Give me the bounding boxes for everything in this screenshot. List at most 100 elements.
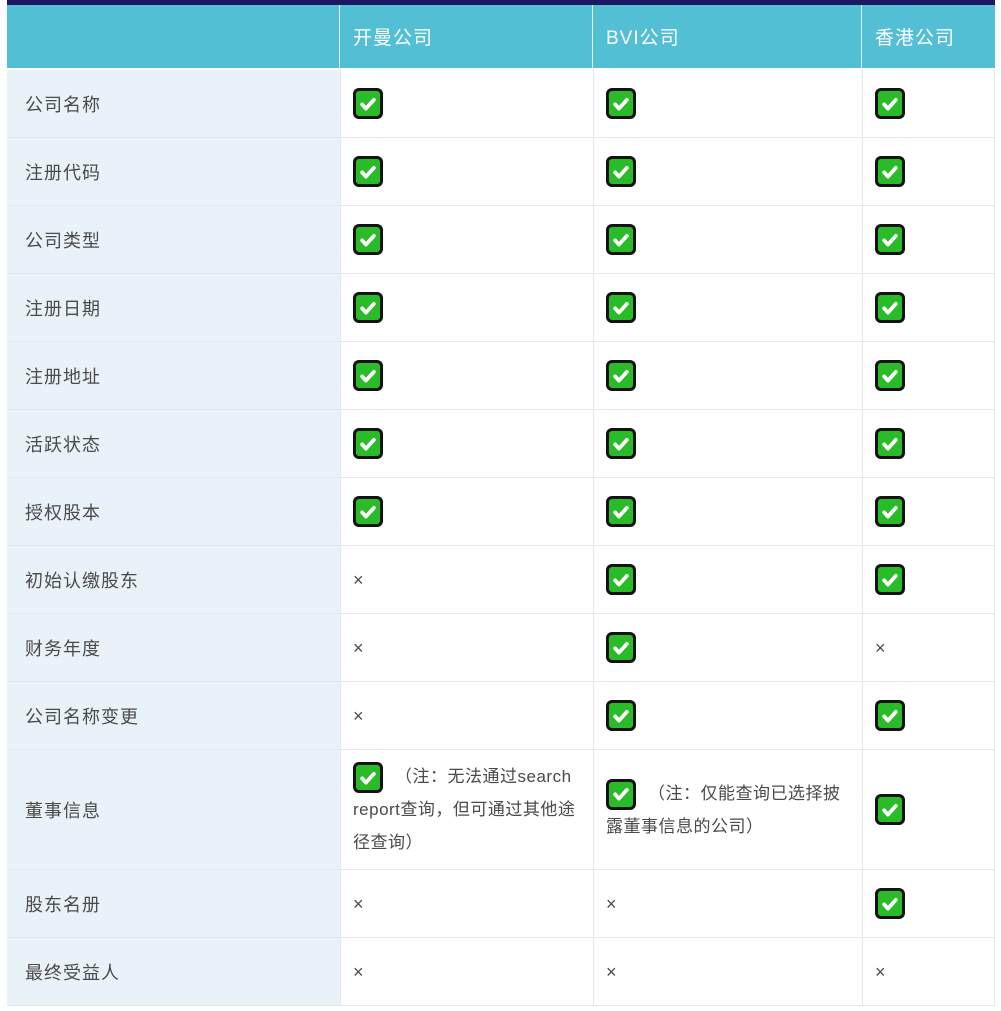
- data-cell: ×: [340, 546, 593, 613]
- data-cell: ×: [862, 614, 995, 681]
- check-icon: [606, 360, 636, 391]
- table-row: 最终受益人 × × ×: [7, 938, 995, 1006]
- data-cell: [340, 410, 593, 477]
- table-row: 注册地址: [7, 342, 995, 410]
- check-icon: [875, 496, 905, 527]
- cell-note: （注：仅能查询已选择披露董事信息的公司）: [606, 784, 841, 836]
- data-cell: [593, 274, 862, 341]
- header-cell-blank: [7, 5, 340, 68]
- cross-icon: ×: [875, 963, 886, 981]
- check-icon: [606, 428, 636, 459]
- row-label: 初始认缴股东: [7, 546, 340, 613]
- data-cell: [862, 478, 995, 545]
- row-label: 最终受益人: [7, 938, 340, 1005]
- data-cell: ×: [862, 938, 995, 1005]
- company-comparison-table: 开曼公司 BVI公司 香港公司 公司名称注册代码公司类型注册日期注册地址活跃状态…: [7, 0, 995, 1006]
- table-row: 公司名称变更 ×: [7, 682, 995, 750]
- check-icon: [606, 700, 636, 731]
- data-cell: [340, 70, 593, 137]
- check-icon: [353, 428, 383, 459]
- cross-icon: ×: [353, 895, 364, 913]
- data-cell: ×: [593, 938, 862, 1005]
- header-cell-hongkong: 香港公司: [862, 5, 995, 68]
- cross-icon: ×: [875, 639, 886, 657]
- table-row: 董事信息（注：无法通过search report查询，但可通过其他途径查询）（注…: [7, 750, 995, 870]
- check-icon: [875, 888, 905, 919]
- check-icon: [353, 496, 383, 527]
- check-icon: [606, 224, 636, 255]
- data-cell: [340, 206, 593, 273]
- row-label: 注册代码: [7, 138, 340, 205]
- data-cell: [862, 410, 995, 477]
- check-icon: [606, 564, 636, 595]
- data-cell: [862, 342, 995, 409]
- data-cell: [593, 70, 862, 137]
- table-row: 初始认缴股东 ×: [7, 546, 995, 614]
- data-cell: [593, 410, 862, 477]
- check-icon: [606, 88, 636, 119]
- row-label: 注册日期: [7, 274, 340, 341]
- table-row: 活跃状态: [7, 410, 995, 478]
- check-icon: [606, 779, 636, 810]
- cell-note: （注：无法通过search report查询，但可通过其他途径查询）: [353, 767, 575, 852]
- table-row: 公司名称: [7, 70, 995, 138]
- data-cell: [862, 870, 995, 937]
- check-icon: [875, 564, 905, 595]
- row-label: 公司名称: [7, 70, 340, 137]
- data-cell: ×: [340, 614, 593, 681]
- data-cell: [862, 206, 995, 273]
- data-cell: [593, 206, 862, 273]
- check-icon: [875, 224, 905, 255]
- note-wrap: （注：无法通过search report查询，但可通过其他途径查询）: [353, 760, 581, 859]
- check-icon: [875, 428, 905, 459]
- check-icon: [353, 762, 383, 793]
- check-icon: [353, 224, 383, 255]
- table-body: 公司名称注册代码公司类型注册日期注册地址活跃状态授权股本初始认缴股东 × 财务年度 ×…: [7, 70, 995, 1006]
- row-label: 公司类型: [7, 206, 340, 273]
- data-cell: [340, 478, 593, 545]
- check-icon: [606, 496, 636, 527]
- cross-icon: ×: [353, 707, 364, 725]
- data-cell-with-note: （注：仅能查询已选择披露董事信息的公司）: [593, 750, 862, 869]
- data-cell: [862, 138, 995, 205]
- check-icon: [606, 292, 636, 323]
- data-cell: ×: [340, 682, 593, 749]
- data-cell: [862, 274, 995, 341]
- cross-icon: ×: [353, 571, 364, 589]
- check-icon: [875, 292, 905, 323]
- row-label: 授权股本: [7, 478, 340, 545]
- data-cell: [593, 614, 862, 681]
- header-cell-cayman: 开曼公司: [340, 5, 593, 68]
- check-icon: [353, 292, 383, 323]
- row-label: 股东名册: [7, 870, 340, 937]
- note-wrap: （注：仅能查询已选择披露董事信息的公司）: [606, 777, 850, 843]
- row-label: 活跃状态: [7, 410, 340, 477]
- table-row: 股东名册××: [7, 870, 995, 938]
- data-cell: [593, 478, 862, 545]
- data-cell: ×: [340, 870, 593, 937]
- data-cell: [593, 342, 862, 409]
- check-icon: [875, 156, 905, 187]
- data-cell: [340, 342, 593, 409]
- cross-icon: ×: [353, 639, 364, 657]
- check-icon: [353, 88, 383, 119]
- check-icon: [606, 632, 636, 663]
- row-label: 财务年度: [7, 614, 340, 681]
- data-cell: [862, 750, 995, 869]
- table-row: 财务年度 × ×: [7, 614, 995, 682]
- check-icon: [875, 700, 905, 731]
- check-icon: [353, 360, 383, 391]
- data-cell: ×: [340, 938, 593, 1005]
- check-icon: [875, 88, 905, 119]
- data-cell: [593, 682, 862, 749]
- cross-icon: ×: [353, 963, 364, 981]
- data-cell: [862, 682, 995, 749]
- data-cell: [340, 138, 593, 205]
- check-icon: [606, 156, 636, 187]
- row-label: 公司名称变更: [7, 682, 340, 749]
- row-label: 注册地址: [7, 342, 340, 409]
- data-cell-with-note: （注：无法通过search report查询，但可通过其他途径查询）: [340, 750, 593, 869]
- table-row: 注册日期: [7, 274, 995, 342]
- data-cell: [340, 274, 593, 341]
- cross-icon: ×: [606, 963, 617, 981]
